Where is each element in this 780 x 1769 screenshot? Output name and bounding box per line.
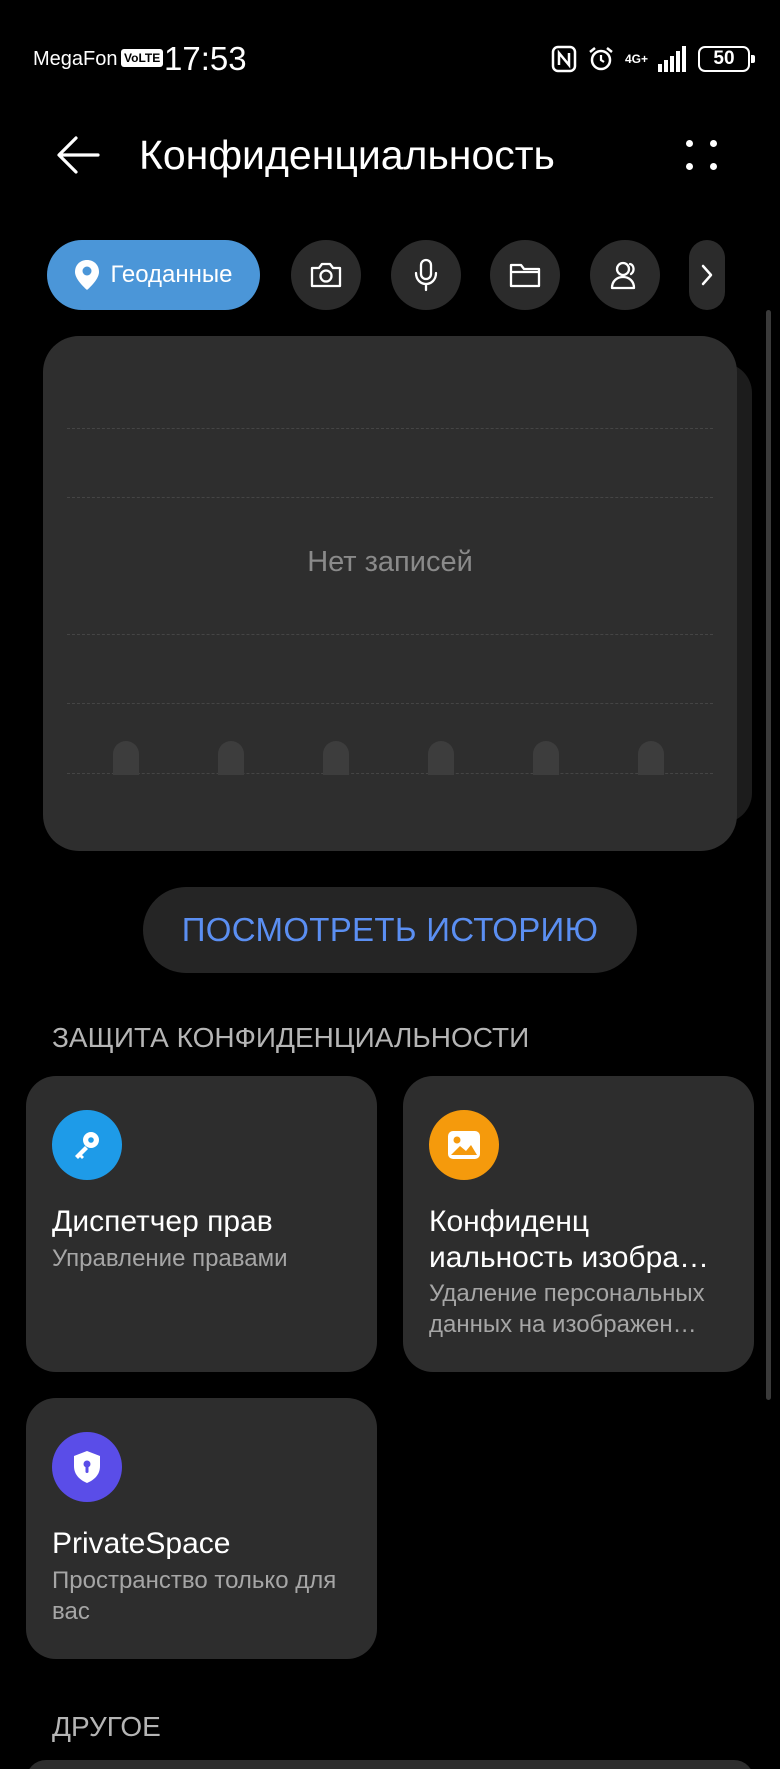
key-icon (52, 1110, 122, 1180)
folder-icon (509, 263, 541, 288)
chip-contacts[interactable] (590, 240, 660, 310)
card-title: PrivateSpace (52, 1527, 231, 1560)
view-history-button[interactable]: ПОСМОТРЕТЬ ИСТОРИЮ (143, 887, 637, 973)
app-header: Конфиденциальность (0, 120, 780, 190)
back-button[interactable] (48, 130, 108, 180)
carrier-name: MegaFon (33, 48, 118, 70)
battery-indicator: 50 (698, 46, 755, 72)
location-pin-icon (75, 260, 100, 290)
status-icons: 4G+ 50 (551, 44, 755, 74)
gridline (67, 497, 713, 498)
volte-badge: VoLTE (121, 49, 164, 67)
card-subtitle: Управление правами (52, 1245, 288, 1272)
shield-icon (52, 1432, 122, 1502)
chip-location-label: Геоданные (110, 261, 233, 288)
card-title: Диспетчер прав (52, 1205, 273, 1238)
status-time: 17:53 (164, 40, 247, 77)
usage-bar (113, 741, 139, 775)
contacts-icon (610, 261, 636, 290)
more-options-icon (686, 140, 693, 147)
section-title-protection: ЗАЩИТА КОНФИДЕНЦИАЛЬНОСТИ (52, 1022, 530, 1053)
card-subtitle: Удаление персональных данных на изображе… (429, 1280, 705, 1338)
gridline (67, 428, 713, 429)
chip-location[interactable]: Геоданные (47, 240, 260, 310)
usage-bar (218, 741, 244, 775)
camera-icon (310, 262, 342, 288)
chip-files[interactable] (490, 240, 560, 310)
card-title: Конфиденц иальность изобра… (429, 1205, 709, 1274)
more-options-button[interactable] (672, 130, 732, 180)
section-title-other: ДРУГОЕ (52, 1711, 161, 1742)
alarm-icon (589, 47, 613, 71)
gridline (67, 634, 713, 635)
chip-more[interactable] (689, 240, 725, 310)
usage-bar (638, 741, 664, 775)
chip-camera[interactable] (291, 240, 361, 310)
image-icon (429, 1110, 499, 1180)
chip-microphone[interactable] (391, 240, 461, 310)
battery-level: 50 (713, 48, 735, 69)
page-title: Конфиденциальность (139, 132, 555, 178)
card-private-space[interactable]: PrivateSpace Пространство только для вас (26, 1398, 377, 1659)
network-type: 4G+ (624, 52, 648, 66)
empty-state-text: Нет записей (307, 546, 473, 578)
chevron-right-icon (701, 264, 713, 286)
permission-chips: Геоданные (0, 240, 780, 310)
card-subtitle: Пространство только для вас (52, 1567, 337, 1625)
back-arrow-icon (57, 136, 100, 174)
usage-bar (533, 741, 559, 775)
card-image-privacy[interactable]: Конфиденц иальность изобра… Удаление пер… (403, 1076, 754, 1372)
gridline (67, 773, 713, 774)
usage-bar (428, 741, 454, 775)
usage-bar (323, 741, 349, 775)
usage-panel: Нет записей (43, 336, 737, 851)
gridline (67, 703, 713, 704)
status-bar: MegaFon VoLTE 17:53 4G+ 50 (0, 0, 780, 120)
other-card[interactable] (26, 1760, 754, 1769)
card-permission-manager[interactable]: Диспетчер прав Управление правами (26, 1076, 377, 1372)
nfc-icon (551, 45, 577, 73)
microphone-icon (414, 258, 438, 292)
scrollbar[interactable] (766, 310, 771, 1400)
signal-icon (658, 46, 686, 72)
